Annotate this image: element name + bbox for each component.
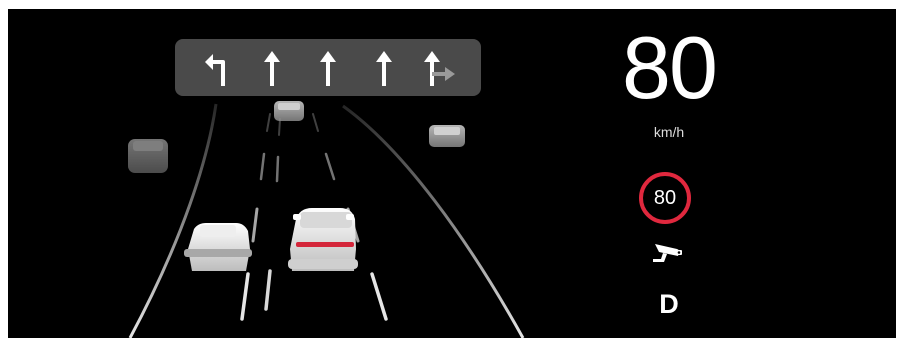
- straight-arrow-icon: [320, 51, 336, 86]
- vehicle-left-far: [128, 139, 168, 173]
- straight-right-arrow-icon: [424, 51, 455, 86]
- speed-limit-sign: 80: [639, 172, 691, 224]
- cluster-display: 80 km/h 80 D: [8, 9, 896, 338]
- gear-indicator: D: [659, 289, 679, 319]
- lane-divider-center: [275, 118, 281, 183]
- speed-camera-icon: [653, 244, 682, 262]
- speed-unit: km/h: [653, 124, 685, 140]
- current-speed: 80: [622, 18, 718, 117]
- lane-divider-lower: [264, 269, 272, 311]
- vehicle-right-lane: [429, 125, 465, 147]
- vehicle-left-adjacent: [184, 223, 252, 271]
- lane-divider-left: [240, 113, 271, 321]
- speed-limit-value: 80: [653, 186, 677, 209]
- turn-left-arrow-icon: [205, 54, 225, 86]
- vehicle-ahead-far: [274, 101, 304, 121]
- lane-guidance-panel: [175, 39, 481, 96]
- straight-arrow-icon: [264, 51, 280, 86]
- straight-arrow-icon: [376, 51, 392, 86]
- ego-vehicle: [288, 208, 358, 271]
